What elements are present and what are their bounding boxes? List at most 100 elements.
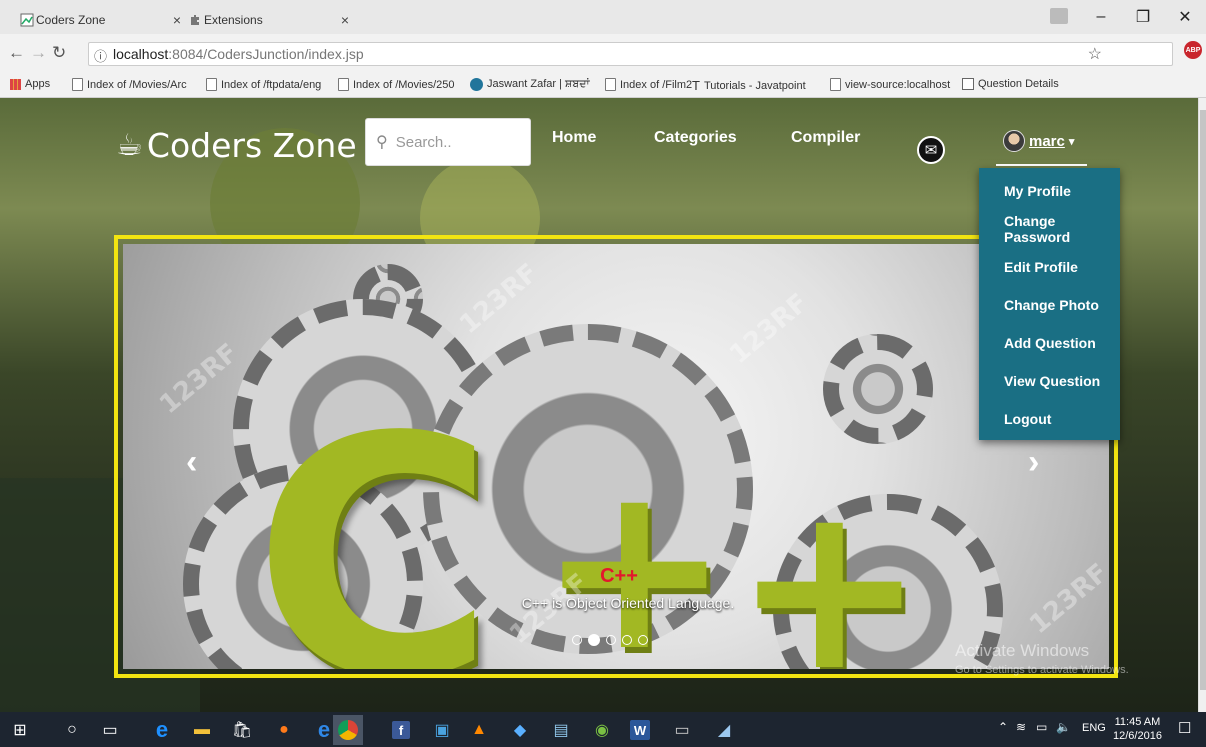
word-icon[interactable]: W	[630, 720, 650, 740]
mail-icon[interactable]: ✉	[917, 136, 945, 164]
forward-icon[interactable]: →	[30, 43, 47, 63]
page-icon	[605, 78, 616, 91]
menu-item-add-question[interactable]: Add Question	[979, 324, 1120, 362]
nav-compiler[interactable]: Compiler	[791, 129, 860, 147]
page-icon	[72, 78, 83, 91]
info-icon[interactable]: ⓘ	[94, 46, 107, 65]
close-window-icon[interactable]: ✕	[1164, 7, 1206, 27]
star-icon[interactable]: ☆	[1088, 44, 1102, 64]
profile-icon[interactable]	[1038, 7, 1080, 27]
tray-chevron-icon[interactable]: ⌃	[998, 720, 1008, 734]
search-icon[interactable]: ○	[60, 718, 84, 742]
notes-icon[interactable]: ◢	[712, 718, 736, 742]
cpp-plus-graphic: +	[733, 455, 926, 670]
menu-item-change-password[interactable]: Change Password	[979, 210, 1120, 248]
wordpress-icon	[470, 78, 483, 91]
url-host: localhost	[113, 46, 169, 62]
virtualbox-icon[interactable]: ◆	[508, 718, 532, 742]
page-icon	[830, 78, 841, 91]
menu-item-my-profile[interactable]: My Profile	[979, 172, 1120, 210]
bookmark-item[interactable]: view-source:localhost	[830, 78, 950, 91]
chrome-icon[interactable]	[333, 715, 363, 745]
back-icon[interactable]: ←	[8, 43, 25, 63]
firefox-icon[interactable]: ●	[272, 718, 296, 742]
carousel-next-icon[interactable]: ›	[1028, 443, 1039, 482]
bookmark-item[interactable]: Jaswant Zafar | ਸ਼ਬਦਾਂ	[470, 78, 590, 91]
avatar	[1003, 130, 1025, 152]
clock-date: 12/6/2016	[1113, 730, 1162, 742]
bookmark-item[interactable]: T Tutorials - Javatpoint	[692, 78, 806, 93]
tab-extensions[interactable]: Extensions ×	[174, 6, 359, 34]
window-controls: – ❐ ✕	[1038, 0, 1206, 34]
file-explorer-icon[interactable]: ▬	[190, 718, 214, 742]
bookmark-item[interactable]: Question Details	[962, 78, 1059, 90]
nav-home[interactable]: Home	[552, 129, 596, 147]
image-viewer-icon[interactable]: ▤	[549, 718, 573, 742]
carousel-caption-text: C++ is Object Oriented Language.	[521, 595, 735, 611]
notifications-icon[interactable]: ☐	[1178, 719, 1191, 737]
reload-icon[interactable]: ↻	[52, 43, 66, 63]
user-menu-button[interactable]: marc ▾	[996, 118, 1087, 166]
search-icon: ⚲	[376, 134, 388, 151]
carousel-indicator[interactable]	[572, 635, 582, 645]
new-tab-button[interactable]	[350, 6, 390, 34]
apps-grid-icon	[10, 78, 21, 90]
carousel-indicator-active[interactable]	[588, 634, 600, 646]
carousel-indicator[interactable]	[638, 635, 648, 645]
menu-item-logout[interactable]: Logout	[979, 400, 1120, 438]
carousel-prev-icon[interactable]: ‹	[186, 443, 197, 482]
menu-item-change-photo[interactable]: Change Photo	[979, 286, 1120, 324]
site-logo[interactable]: ☕ Coders Zone	[116, 126, 357, 165]
url-input[interactable]: ⓘ localhost:8084/CodersJunction/index.js…	[88, 42, 1173, 66]
store-icon[interactable]: 🛍	[230, 718, 254, 742]
bookmark-item[interactable]: Index of /ftpdata/eng	[206, 78, 321, 91]
command-prompt-icon[interactable]: ▭	[670, 718, 694, 742]
activate-windows-title: Activate Windows	[955, 641, 1090, 660]
vlc-icon[interactable]: ▲	[467, 718, 491, 742]
system-clock[interactable]: 11:45 AM 12/6/2016	[1113, 715, 1162, 743]
android-studio-icon[interactable]: ◉	[590, 718, 614, 742]
bookmark-item[interactable]: Index of /Movies/Arc	[72, 78, 187, 91]
carousel-indicator[interactable]	[606, 635, 616, 645]
restore-icon[interactable]: ❐	[1122, 7, 1164, 27]
close-tab-icon[interactable]: ×	[341, 12, 349, 28]
media-player-icon[interactable]: ▣	[430, 718, 454, 742]
watermark: 123RF	[454, 257, 544, 341]
minimize-icon[interactable]: –	[1080, 8, 1122, 26]
tab-title: Coders Zone	[36, 13, 106, 27]
battery-icon[interactable]: ▭	[1036, 720, 1047, 734]
puzzle-icon	[191, 15, 199, 25]
carousel-caption-title: C++	[600, 565, 638, 587]
nav-categories[interactable]: Categories	[654, 129, 737, 147]
page-scrollbar[interactable]	[1198, 98, 1206, 712]
windows-taskbar: ⊞ ○ ▭ e ▬ 🛍 ● e f ▣ ▲ ◆ ▤ ◉ W ▭ ◢ ⌃ ≋ ▭ …	[0, 712, 1206, 747]
language-indicator[interactable]: ENG	[1082, 722, 1106, 734]
page-icon	[338, 78, 349, 91]
search-input[interactable]: ⚲ Search..	[365, 118, 531, 166]
activate-windows-subtitle: Go to Settings to activate Windows.	[955, 664, 1129, 676]
tutorials-icon: T	[692, 78, 700, 93]
task-view-icon[interactable]: ▭	[98, 718, 122, 742]
tab-coders-zone[interactable]: Coders Zone ×	[6, 6, 191, 34]
caret-down-icon: ▾	[1068, 135, 1075, 148]
volume-icon[interactable]: 🔈	[1056, 720, 1071, 734]
url-path: :8084/CodersJunction/index.jsp	[168, 46, 364, 62]
bookmark-item[interactable]: Index of /Film2	[605, 78, 692, 91]
carousel-indicator[interactable]	[622, 635, 632, 645]
site-favicon-icon	[20, 13, 34, 27]
menu-item-view-question[interactable]: View Question	[979, 362, 1120, 400]
facebook-icon[interactable]: f	[392, 721, 410, 739]
cpp-c-graphic: C	[253, 367, 496, 669]
clock-time: 11:45 AM	[1114, 716, 1161, 728]
network-icon[interactable]: ≋	[1016, 720, 1026, 734]
watermark: 123RF	[1024, 557, 1109, 641]
menu-item-edit-profile[interactable]: Edit Profile	[979, 248, 1120, 286]
bookmarks-bar: Apps Index of /Movies/Arc Index of /ftpd…	[0, 72, 1206, 98]
bookmark-item[interactable]: Index of /Movies/250	[338, 78, 455, 91]
user-dropdown-menu: My Profile Change Password Edit Profile …	[979, 168, 1120, 440]
windows-start-icon[interactable]: ⊞	[8, 718, 32, 742]
tab-title: Extensions	[204, 13, 263, 27]
edge-icon[interactable]: e	[150, 717, 174, 742]
adblock-icon[interactable]: ABP	[1184, 41, 1202, 59]
bookmark-apps[interactable]: Apps	[10, 78, 50, 90]
